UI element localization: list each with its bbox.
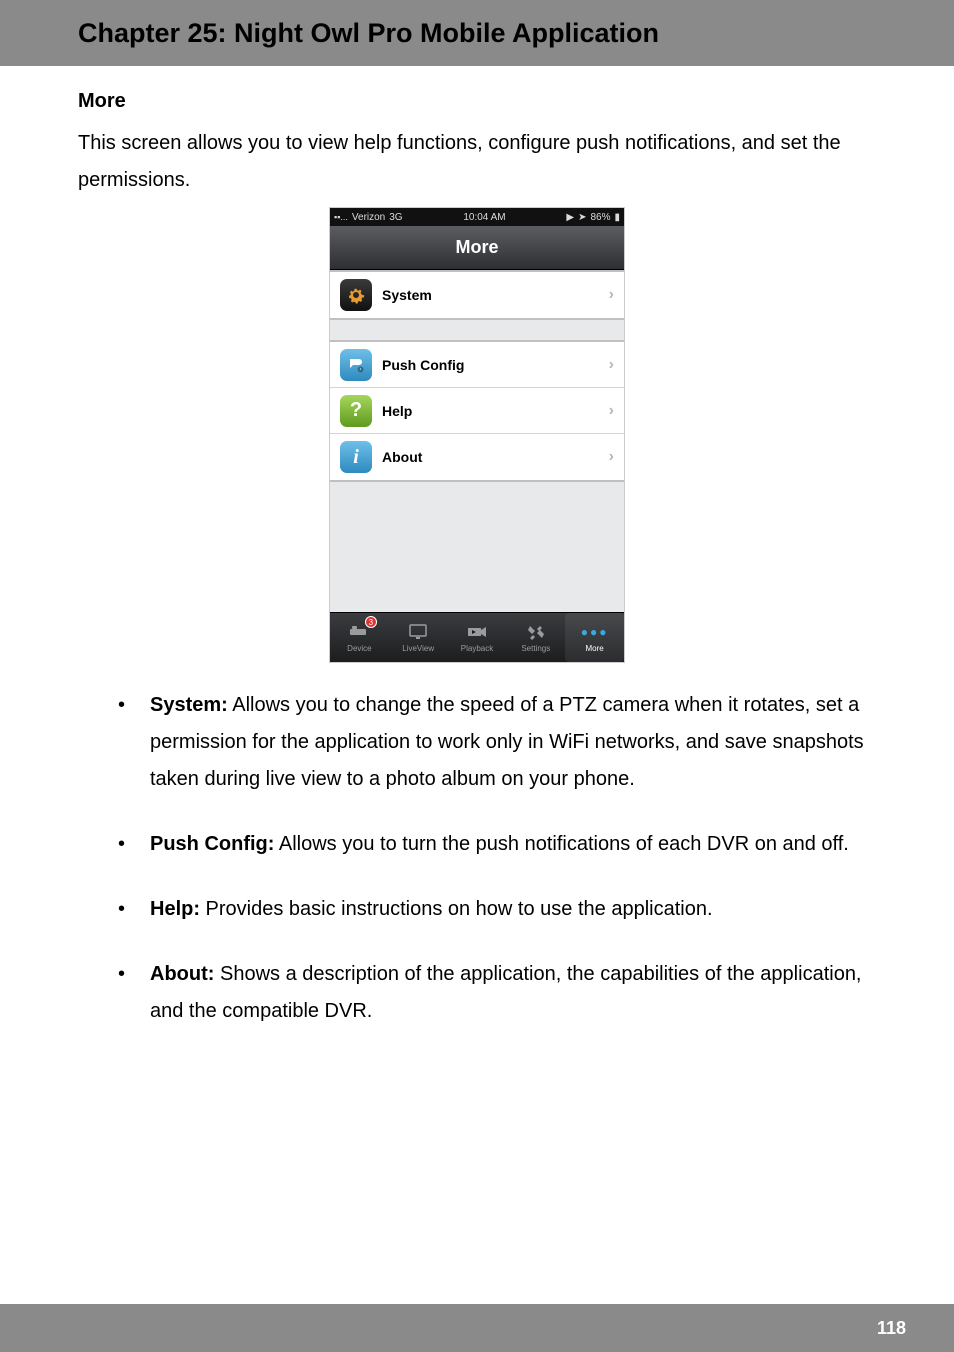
tab-more[interactable]: ●●● More [565, 613, 624, 662]
tools-icon [528, 622, 544, 642]
status-bar: ▪▪... Verizon 3G 10:04 AM ▶ ➤ 86% ▮ [330, 208, 624, 226]
page-footer: 118 [0, 1304, 954, 1352]
clock-label: 10:04 AM [463, 212, 505, 223]
chevron-right-icon: › [609, 356, 614, 374]
more-dots-icon: ●●● [581, 622, 609, 642]
network-label: 3G [389, 212, 402, 223]
empty-list-space [330, 482, 624, 612]
bullet-body: Allows you to change the speed of a PTZ … [150, 694, 864, 790]
tab-label: Settings [521, 644, 550, 653]
tab-device[interactable]: 3 Device [330, 613, 389, 662]
row-about[interactable]: i About › [330, 434, 624, 480]
bullet-list: System: Allows you to change the speed o… [78, 687, 876, 1030]
push-config-icon [340, 349, 372, 381]
tab-label: Playback [461, 644, 493, 653]
chapter-title: Chapter 25: Night Owl Pro Mobile Applica… [78, 18, 659, 49]
tab-label: LiveView [402, 644, 434, 653]
row-label: System [382, 287, 609, 303]
row-help[interactable]: ? Help › [330, 388, 624, 434]
help-icon: ? [340, 395, 372, 427]
section-intro: This screen allows you to view help func… [78, 125, 876, 199]
bullet-body: Shows a description of the application, … [150, 963, 862, 1022]
chevron-right-icon: › [609, 448, 614, 466]
tab-playback[interactable]: Playback [448, 613, 507, 662]
bullet-title: Help: [150, 898, 200, 920]
about-icon: i [340, 441, 372, 473]
row-label: About [382, 449, 609, 465]
bullet-help: Help: Provides basic instructions on how… [118, 891, 876, 928]
battery-icon: ▮ [614, 212, 620, 223]
section-heading: More [78, 90, 876, 113]
device-badge: 3 [365, 616, 377, 628]
chevron-right-icon: › [609, 402, 614, 420]
bullet-body: Allows you to turn the push notification… [274, 833, 848, 855]
play-icon: ▶ [566, 212, 574, 223]
list-area: System › Push Config › ? [330, 270, 624, 612]
carrier-label: Verizon [352, 212, 385, 223]
chapter-header: Chapter 25: Night Owl Pro Mobile Applica… [0, 0, 954, 66]
tab-settings[interactable]: Settings [506, 613, 565, 662]
bullet-title: Push Config: [150, 833, 274, 855]
tab-label: More [585, 644, 603, 653]
tab-bar: 3 Device LiveView Playback [330, 612, 624, 662]
camera-icon [467, 622, 487, 642]
phone-mock: ▪▪... Verizon 3G 10:04 AM ▶ ➤ 86% ▮ More [329, 207, 625, 663]
bullet-body: Provides basic instructions on how to us… [200, 898, 713, 920]
monitor-icon [409, 622, 427, 642]
tab-liveview[interactable]: LiveView [389, 613, 448, 662]
row-push-config[interactable]: Push Config › [330, 342, 624, 388]
signal-icon: ▪▪... [334, 212, 348, 222]
bullet-title: About: [150, 963, 214, 985]
battery-label: 86% [590, 212, 610, 223]
row-label: Push Config [382, 357, 609, 373]
nav-header: More [330, 226, 624, 270]
row-label: Help [382, 403, 609, 419]
bullet-push-config: Push Config: Allows you to turn the push… [118, 826, 876, 863]
row-system[interactable]: System › [330, 272, 624, 318]
page-number: 118 [877, 1318, 906, 1339]
screenshot-figure: ▪▪... Verizon 3G 10:04 AM ▶ ➤ 86% ▮ More [78, 207, 876, 663]
bullet-about: About: Shows a description of the applic… [118, 956, 876, 1030]
bullet-system: System: Allows you to change the speed o… [118, 687, 876, 798]
tab-label: Device [347, 644, 371, 653]
gear-icon [340, 279, 372, 311]
bullet-title: System: [150, 694, 228, 716]
chevron-right-icon: › [609, 286, 614, 304]
nav-title: More [455, 237, 498, 258]
location-icon: ➤ [578, 212, 586, 223]
